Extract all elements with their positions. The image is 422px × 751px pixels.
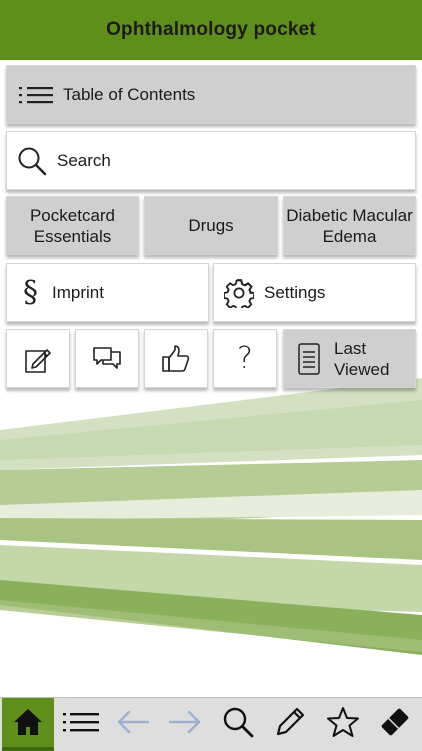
drugs-button[interactable]: Drugs	[144, 196, 278, 255]
feedback-chat-icon	[91, 343, 123, 375]
settings-button[interactable]: Settings	[213, 263, 416, 322]
search-label: Search	[57, 150, 111, 170]
imprint-button[interactable]: § Imprint	[6, 263, 209, 322]
gear-icon	[224, 278, 254, 308]
search-button[interactable]: Search	[6, 131, 416, 190]
pencil-icon	[274, 706, 306, 743]
tab-home[interactable]	[2, 698, 54, 751]
tab-forward[interactable]	[159, 698, 211, 751]
section-sign-icon: §	[23, 275, 38, 310]
search-icon	[17, 146, 47, 176]
imprint-label: Imprint	[52, 282, 104, 302]
bottom-toolbar	[0, 697, 422, 751]
tab-back[interactable]	[107, 698, 159, 751]
list-icon	[19, 85, 53, 105]
diabetic-macular-edema-label: Diabetic Macular Edema	[286, 205, 413, 246]
tab-search[interactable]	[212, 698, 264, 751]
list-icon	[63, 712, 99, 737]
drugs-label: Drugs	[188, 216, 234, 235]
back-arrow-icon	[116, 710, 150, 739]
settings-label: Settings	[264, 282, 326, 302]
tab-contents[interactable]	[55, 698, 107, 751]
star-icon	[327, 706, 359, 743]
thumbs-up-icon	[160, 343, 192, 375]
last-viewed-button[interactable]: Last Viewed	[283, 329, 416, 388]
tab-favorites[interactable]	[317, 698, 369, 751]
forward-arrow-icon	[168, 710, 202, 739]
help-button[interactable]: ?	[213, 329, 277, 388]
home-icon	[12, 707, 44, 742]
feedback-button[interactable]	[75, 329, 139, 388]
title-bar: Ophthalmology pocket	[0, 0, 422, 60]
pocketcard-essentials-button[interactable]: Pocketcard Essentials	[6, 196, 139, 255]
search-icon	[222, 706, 254, 743]
app-title: Ophthalmology pocket	[106, 19, 316, 40]
notes-edit-icon	[22, 343, 54, 375]
diabetic-macular-edema-button[interactable]: Diabetic Macular Edema	[283, 196, 416, 255]
table-of-contents-button[interactable]: Table of Contents	[6, 65, 416, 124]
table-of-contents-label: Table of Contents	[63, 84, 196, 104]
help-icon: ?	[237, 341, 253, 376]
notes-button[interactable]	[6, 329, 70, 388]
tab-notes[interactable]	[264, 698, 316, 751]
last-viewed-label: Last Viewed	[334, 338, 390, 379]
document-icon	[298, 342, 320, 375]
eraser-icon	[379, 706, 411, 743]
pocketcard-essentials-label: Pocketcard Essentials	[29, 205, 116, 246]
rate-app-button[interactable]	[144, 329, 208, 388]
tab-erase[interactable]	[369, 698, 421, 751]
